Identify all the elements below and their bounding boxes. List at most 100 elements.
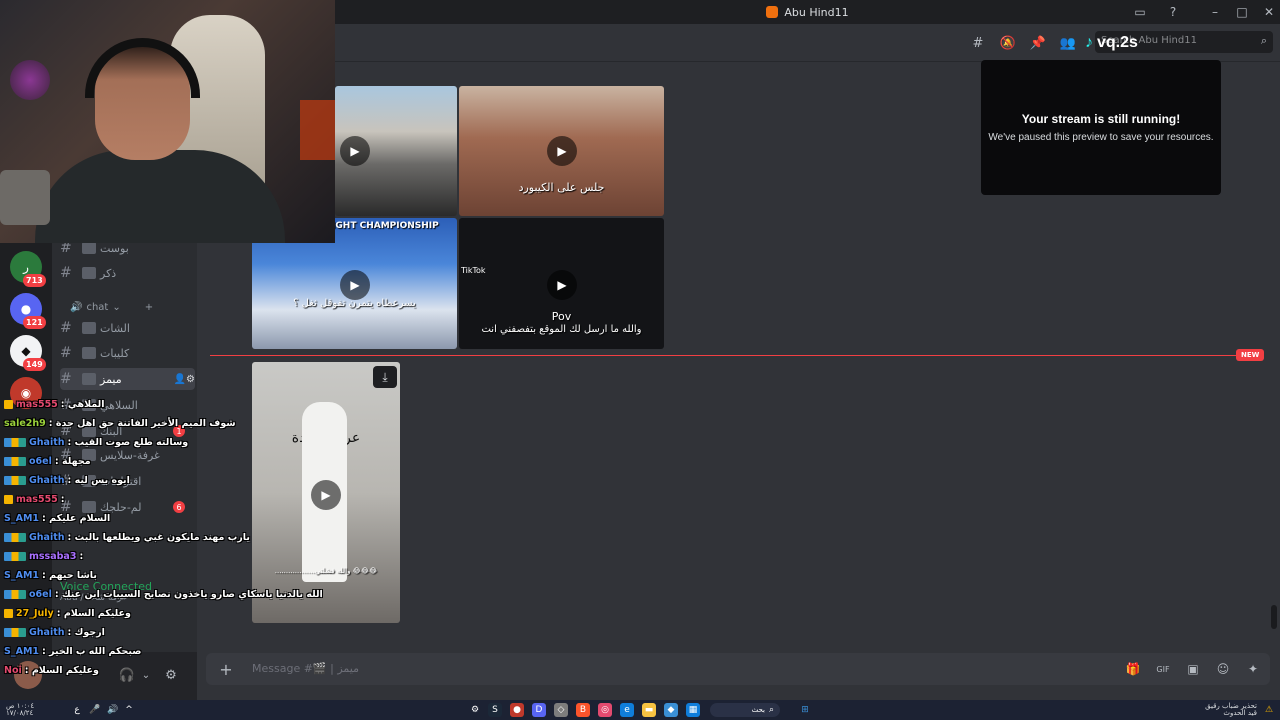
channel-item-active[interactable]: # ميمز 👤⚙ [60,368,195,390]
watermark-text: vq.2s [1097,34,1138,51]
message-composer[interactable]: + Message #🎬 | ميمز 🎁 GIF ▣ ☺ ✦ [206,653,1270,685]
chat-message: mas555: الملاهي [4,396,105,412]
add-channel-icon[interactable]: + [145,302,153,313]
chat-message: Ghaith: ايوه بس ليه [4,472,130,488]
chat-username: sale2h9 [4,417,46,429]
chat-message: S_AM1: السلام عليكم [4,510,110,526]
windows-start-icon[interactable]: ⊞ [798,703,812,717]
play-icon: ▶ [340,136,370,166]
minimize-button[interactable]: – [1201,0,1229,24]
chat-message: o6el: مجهلة [4,453,91,469]
chat-username: 27_July [16,607,54,619]
scrollbar[interactable] [1271,605,1277,629]
chat-username: Ghaith [29,626,65,638]
play-icon: ▶ [547,270,577,300]
app-icon[interactable]: ⚙ [468,703,482,717]
apps-icon[interactable]: ✦ [1244,661,1262,677]
chat-text: : [60,493,65,505]
channel-name: كليبات [100,346,130,360]
steam-icon[interactable]: S [488,703,502,717]
invite-settings-icon[interactable]: 👤⚙ [174,374,195,385]
channel-name: ذكر [100,266,117,280]
weather-notification[interactable]: تحذير ضباب رقيق قيد الحدوث [1205,703,1257,717]
gear-icon[interactable]: ⚙ [162,666,180,684]
chat-message: Noi: وعليكم السلام [4,662,99,678]
video-attachment-4[interactable]: TikTok ▶ Pov والله ما ارسل لك الموقع بتف… [459,218,664,349]
tiktok-label: TikTok [461,266,486,275]
server-mention-badge: 121 [23,316,46,329]
channel-item[interactable]: # ذكر [60,262,195,284]
gif-icon[interactable]: GIF [1154,661,1172,677]
chat-text: : ارجوك [67,626,105,638]
pin-icon[interactable]: 📌 [1029,34,1047,52]
close-button[interactable]: ✕ [1255,0,1280,24]
app-icon[interactable]: ◆ [664,703,678,717]
mic-icon[interactable]: 🎤 [88,703,102,717]
chat-username: Ghaith [29,436,65,448]
download-icon[interactable]: ⤓ [373,366,397,388]
chat-text: : وسالته طلع صوت القيب [67,436,189,448]
edge-icon[interactable]: e [620,703,634,717]
app-icon[interactable]: ● [510,703,524,717]
channel-emoji-icon [82,242,96,254]
brave-icon[interactable]: B [576,703,590,717]
warning-icon: ⚠ [1264,705,1274,715]
search-icon: ⌕ [1260,34,1267,47]
chat-text: : وعليكم السلام [56,607,131,619]
channel-mention-badge: 6 [173,501,185,513]
video-attachment-2[interactable]: ▶ جلس على الكيبورد [459,86,664,216]
chat-message: 27_July: وعليكم السلام [4,605,131,621]
file-explorer-icon[interactable]: ▬ [642,703,656,717]
attach-plus-icon[interactable]: + [216,659,236,679]
channel-name: الشات [100,321,130,335]
chat-text: : الله يالدنيا ياسكاي صارو ياخذون نصايح … [54,588,323,600]
chat-message: S_AM1: باشا حيهم [4,567,97,583]
channel-name: السلاهي [100,398,138,412]
chevron-down-icon: ⌄ [112,301,121,313]
notif-line2: قيد الحدوث [1223,709,1257,717]
composer-placeholder: Message #🎬 | ميمز [252,662,359,675]
discord-icon[interactable]: D [532,703,546,717]
video-attachment-1[interactable]: ▶ [335,86,457,216]
channel-emoji-icon [82,267,96,279]
server-mention-badge: 713 [23,274,46,287]
chat-username: Noi [4,664,22,676]
headphones-icon[interactable]: 🎧 [118,666,136,684]
gift-icon[interactable]: 🎁 [1124,661,1142,677]
video-attachment-5[interactable]: عربجية جدة ▶ ..................والله فشل… [252,362,400,623]
language-icon[interactable]: ع [70,703,84,717]
chat-message: mas555: [4,491,65,507]
chat-message: Ghaith: ارجوك [4,624,105,640]
store-icon[interactable]: ▦ [686,703,700,717]
chat-username: S_AM1 [4,569,40,581]
threads-icon[interactable]: # [969,34,987,52]
tiktok-watermark: ♪ vq.2s [1085,34,1138,52]
members-icon[interactable]: 👥 [1059,34,1077,52]
emoji-icon[interactable]: ☺ [1214,661,1232,677]
play-icon: ▶ [311,480,341,510]
app-icon[interactable]: ◎ [598,703,612,717]
app-icon[interactable]: ◇ [554,703,568,717]
channel-item[interactable]: # الشات [60,317,195,339]
chat-text: : [79,550,84,562]
category-chat[interactable]: 🔊 chat ⌄ + [70,300,240,314]
channel-item[interactable]: # كليبات [60,342,195,364]
chat-username: Ghaith [29,474,65,486]
new-badge: NEW [1236,349,1265,361]
inbox-icon[interactable]: ▭ [1126,0,1154,24]
chat-text: : الملاهي [60,398,105,410]
help-icon[interactable]: ? [1159,0,1187,24]
mute-icon[interactable]: 🔕 [999,34,1017,52]
taskbar-search[interactable]: بحث ⌕ [710,703,780,717]
taskbar-clock[interactable]: ١٠:٠٤ ص ١٧/٠٨/٢٤ [6,703,34,717]
volume-icon[interactable]: 🔊 [106,703,120,717]
chevron-up-icon[interactable]: ^ [122,703,136,717]
chevron-down-icon[interactable]: ⌄ [137,666,155,684]
video-caption-top: Pov [551,310,572,323]
chat-text: : وعليكم السلام [24,664,99,676]
badge-icon [4,608,13,618]
sticker-icon[interactable]: ▣ [1184,661,1202,677]
badge-icon [4,456,26,466]
chat-username: o6el [29,588,52,600]
maximize-button[interactable]: □ [1228,0,1256,24]
